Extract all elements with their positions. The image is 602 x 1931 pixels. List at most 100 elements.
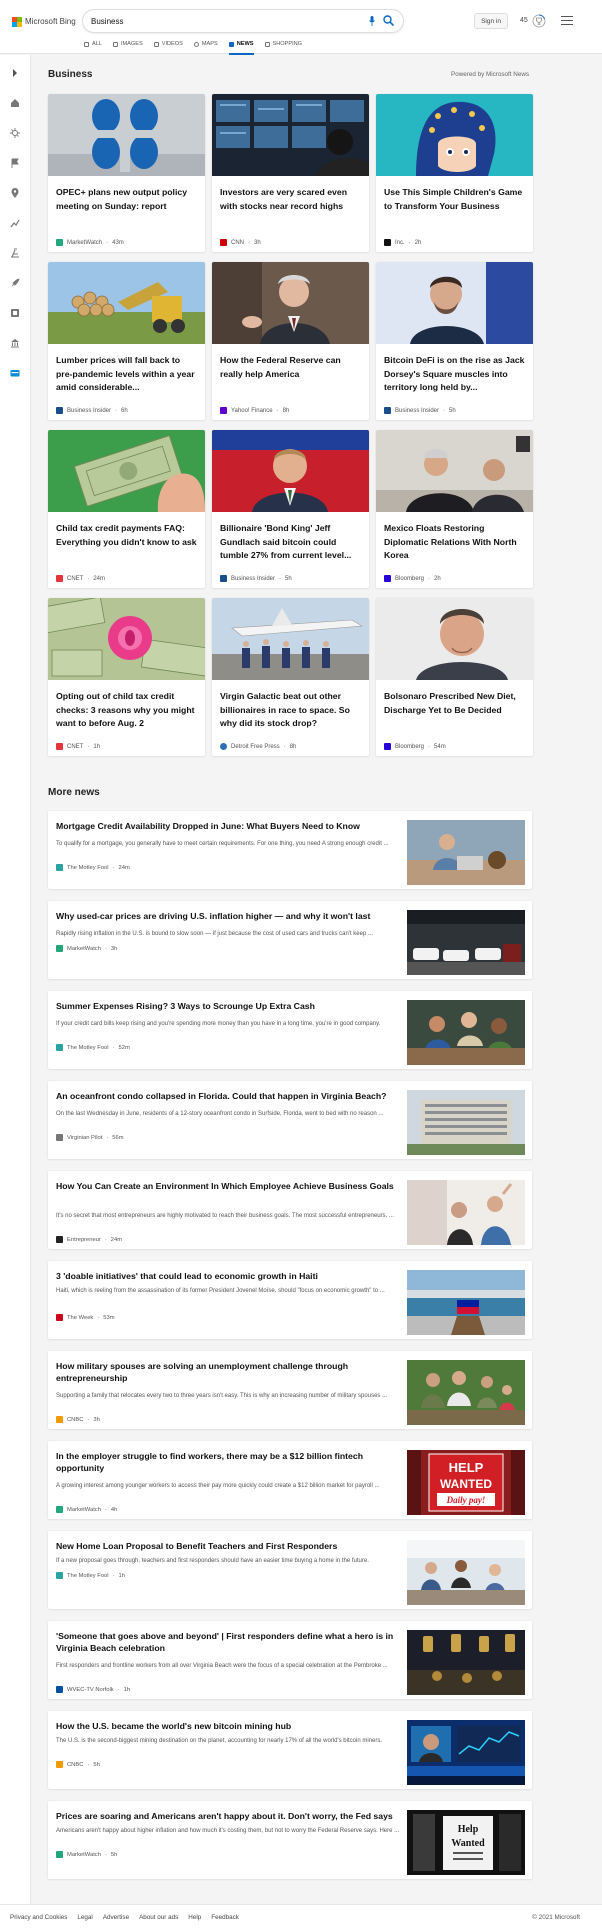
article-title[interactable]: 'Someone that goes above and beyond' | F…	[56, 1630, 401, 1654]
business-icon[interactable]	[10, 368, 20, 378]
article-title[interactable]: Virgin Galactic beat out other billionai…	[220, 690, 362, 731]
tab-images[interactable]: IMAGES	[112, 39, 143, 49]
tab-shopping[interactable]: SHOPPING	[264, 39, 302, 49]
article-image	[376, 598, 533, 680]
footer-link-feedback[interactable]: Feedback	[211, 1914, 239, 1921]
publisher-logo-icon	[56, 1851, 63, 1858]
news-card[interactable]: Bolsonaro Prescribed New Diet, Discharge…	[376, 598, 533, 756]
tab-videos[interactable]: VIDEOS	[153, 39, 183, 49]
article-source: Business Insider · 6h	[56, 407, 128, 414]
article-title[interactable]: How You Can Create an Environment In Whi…	[56, 1180, 401, 1192]
location-icon[interactable]	[10, 188, 20, 198]
news-list-item[interactable]: Mortgage Credit Availability Dropped in …	[48, 811, 532, 889]
article-title[interactable]: How the Federal Reserve can really help …	[220, 354, 362, 381]
section-title: Business	[48, 69, 93, 80]
expand-icon[interactable]	[10, 68, 20, 78]
footer-link-help[interactable]: Help	[188, 1914, 201, 1921]
article-source: Inc. · 2h	[384, 239, 421, 246]
rewards-points[interactable]: 45	[520, 17, 528, 24]
politics-icon[interactable]	[10, 338, 20, 348]
article-title[interactable]: How the U.S. became the world's new bitc…	[56, 1720, 401, 1732]
article-title[interactable]: Bolsonaro Prescribed New Diet, Discharge…	[384, 690, 526, 717]
news-card[interactable]: Mexico Floats Restoring Diplomatic Relat…	[376, 430, 533, 588]
news-card[interactable]: Lumber prices will fall back to pre-pand…	[48, 262, 205, 420]
tab-all[interactable]: ALL	[84, 39, 102, 49]
article-title[interactable]: Opting out of child tax credit checks: 3…	[56, 690, 198, 731]
publisher-logo-icon	[220, 743, 227, 750]
news-card[interactable]: Virgin Galactic beat out other billionai…	[212, 598, 369, 756]
news-list-item[interactable]: An oceanfront condo collapsed in Florida…	[48, 1081, 532, 1159]
search-icon[interactable]	[383, 15, 394, 26]
article-title[interactable]: Billionaire 'Bond King' Jeff Gundlach sa…	[220, 522, 362, 563]
chart-icon[interactable]	[10, 218, 20, 228]
news-list-item[interactable]: Prices are soaring and Americans aren't …	[48, 1801, 532, 1879]
tab-news[interactable]: NEWS	[228, 39, 254, 55]
home-icon[interactable]	[10, 98, 20, 108]
search-input[interactable]	[91, 13, 361, 29]
article-title[interactable]: 3 'doable initiatives' that could lead t…	[56, 1270, 401, 1282]
article-snippet: First responders and frontline workers f…	[56, 1663, 388, 1669]
news-list-item[interactable]: Summer Expenses Rising? 3 Ways to Scroun…	[48, 991, 532, 1069]
article-title[interactable]: Prices are soaring and Americans aren't …	[56, 1810, 401, 1822]
entertainment-icon[interactable]	[10, 308, 20, 318]
article-snippet: If your credit card bills keep rising an…	[56, 1021, 381, 1027]
article-title[interactable]: How military spouses are solving an unem…	[56, 1360, 401, 1384]
microphone-icon[interactable]	[369, 16, 375, 26]
science-icon[interactable]	[10, 248, 20, 258]
rocket-icon[interactable]	[10, 278, 20, 288]
article-title[interactable]: Mortgage Credit Availability Dropped in …	[56, 820, 401, 832]
article-snippet: If a new proposal goes through, teachers…	[56, 1558, 369, 1564]
article-source: Virginian Pilot · 56m	[56, 1134, 124, 1141]
article-title[interactable]: Lumber prices will fall back to pre-pand…	[56, 354, 198, 395]
news-card[interactable]: Investors are very scared even with stoc…	[212, 94, 369, 252]
article-title[interactable]: Summer Expenses Rising? 3 Ways to Scroun…	[56, 1000, 401, 1012]
news-list-item[interactable]: 'Someone that goes above and beyond' | F…	[48, 1621, 532, 1699]
article-title[interactable]: New Home Loan Proposal to Benefit Teache…	[56, 1540, 401, 1552]
article-source: MarketWatch · 4h	[56, 1506, 117, 1513]
article-title[interactable]: OPEC+ plans new output policy meeting on…	[56, 186, 198, 213]
news-list-item[interactable]: Why used-car prices are driving U.S. inf…	[48, 901, 532, 979]
tab-maps[interactable]: MAPS	[193, 39, 218, 49]
hamburger-menu-icon[interactable]	[561, 16, 573, 26]
footer-link-about-ads[interactable]: About our ads	[139, 1914, 178, 1921]
news-list-item[interactable]: 3 'doable initiatives' that could lead t…	[48, 1261, 532, 1339]
flag-icon[interactable]	[10, 158, 20, 168]
publisher-logo-icon	[56, 1761, 63, 1768]
news-list-item[interactable]: New Home Loan Proposal to Benefit Teache…	[48, 1531, 532, 1609]
footer-link-legal[interactable]: Legal	[77, 1914, 92, 1921]
news-card[interactable]: Child tax credit payments FAQ: Everythin…	[48, 430, 205, 588]
news-card[interactable]: Billionaire 'Bond King' Jeff Gundlach sa…	[212, 430, 369, 588]
article-title[interactable]: Investors are very scared even with stoc…	[220, 186, 362, 213]
sign-in-button[interactable]: Sign in	[474, 13, 508, 29]
news-list-item[interactable]: How military spouses are solving an unem…	[48, 1351, 532, 1429]
article-title[interactable]: Mexico Floats Restoring Diplomatic Relat…	[384, 522, 526, 563]
article-title[interactable]: Child tax credit payments FAQ: Everythin…	[56, 522, 198, 549]
article-thumbnail	[407, 1540, 525, 1605]
bing-logo[interactable]: Microsoft Bing	[12, 15, 76, 28]
article-thumbnail	[407, 910, 525, 975]
publisher-logo-icon	[56, 407, 63, 414]
news-card[interactable]: OPEC+ plans new output policy meeting on…	[48, 94, 205, 252]
news-card[interactable]: Bitcoin DeFi is on the rise as Jack Dors…	[376, 262, 533, 420]
article-title[interactable]: Why used-car prices are driving U.S. inf…	[56, 910, 401, 922]
news-card[interactable]: How the Federal Reserve can really help …	[212, 262, 369, 420]
news-card[interactable]: Opting out of child tax credit checks: 3…	[48, 598, 205, 756]
article-snippet: On the last Wednesday in June, residents…	[56, 1111, 384, 1117]
footer-link-advertise[interactable]: Advertise	[103, 1914, 129, 1921]
news-list-item[interactable]: How the U.S. became the world's new bitc…	[48, 1711, 532, 1789]
news-list-item[interactable]: In the employer struggle to find workers…	[48, 1441, 532, 1519]
article-title[interactable]: Bitcoin DeFi is on the rise as Jack Dors…	[384, 354, 526, 395]
article-source: The Motley Fool · 24m	[56, 864, 130, 871]
article-title[interactable]: In the employer struggle to find workers…	[56, 1450, 401, 1474]
powered-by-label[interactable]: Powered by Microsoft News	[451, 71, 529, 78]
rewards-trophy-icon[interactable]	[532, 14, 546, 28]
footer-link-privacy[interactable]: Privacy and Cookies	[10, 1914, 67, 1921]
coronavirus-icon[interactable]	[10, 128, 20, 138]
article-title[interactable]: An oceanfront condo collapsed in Florida…	[56, 1090, 401, 1102]
article-title[interactable]: Use This Simple Children's Game to Trans…	[384, 186, 526, 213]
publisher-logo-icon	[220, 239, 227, 246]
article-image	[212, 262, 369, 344]
article-thumbnail	[407, 820, 525, 885]
news-list-item[interactable]: How You Can Create an Environment In Whi…	[48, 1171, 532, 1249]
news-card[interactable]: Use This Simple Children's Game to Trans…	[376, 94, 533, 252]
